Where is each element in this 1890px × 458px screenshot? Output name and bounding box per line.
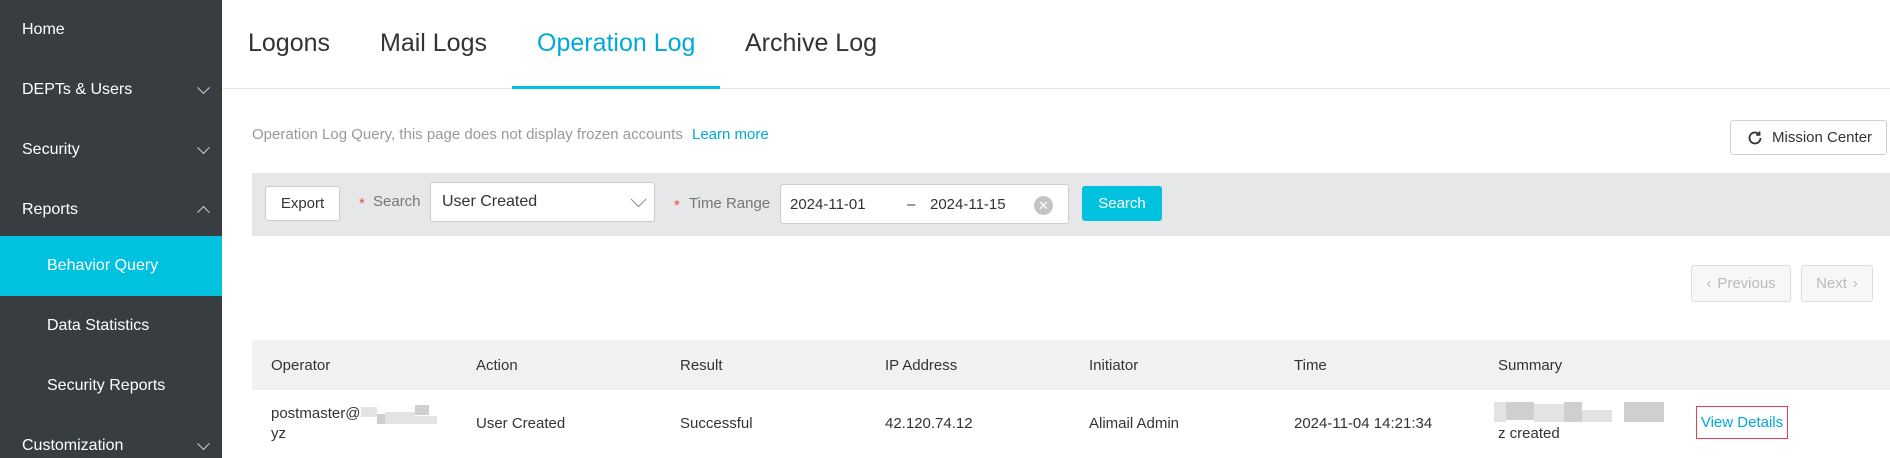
mission-center-label: Mission Center xyxy=(1772,129,1873,146)
export-button[interactable]: Export xyxy=(265,186,340,221)
previous-label: Previous xyxy=(1717,275,1776,292)
search-type-value: User Created xyxy=(442,193,538,210)
column-header-result: Result xyxy=(680,357,723,374)
mission-center-button[interactable]: Mission Center xyxy=(1730,120,1887,155)
sidebar-item-data-statistics[interactable]: Data Statistics xyxy=(0,296,222,356)
column-header-action: Action xyxy=(476,357,518,374)
tab-archive-log[interactable]: Archive Log xyxy=(745,0,877,89)
redacted-block xyxy=(361,407,377,417)
sidebar-item-label: Security xyxy=(22,141,80,158)
column-header-ip-address: IP Address xyxy=(885,357,958,374)
redacted-block xyxy=(1494,402,1506,422)
required-mark: * xyxy=(359,195,365,212)
sidebar: Home DEPTs & Users Security Reports Beha… xyxy=(0,0,222,458)
sidebar-item-behavior-query[interactable]: Behavior Query xyxy=(0,236,222,296)
view-details-link[interactable]: View Details xyxy=(1696,406,1788,439)
chevron-down-icon xyxy=(197,141,210,155)
time-range-picker[interactable]: 2024-11-01 – 2024-11-15 ✕ xyxy=(780,184,1069,224)
sidebar-item-home[interactable]: Home xyxy=(0,0,222,60)
chevron-down-icon xyxy=(197,437,210,451)
redacted-block xyxy=(1582,410,1612,422)
column-header-initiator: Initiator xyxy=(1089,357,1139,374)
search-field-label: Search xyxy=(373,193,421,210)
chevron-up-icon xyxy=(197,205,210,219)
chevron-down-icon xyxy=(630,191,647,208)
page-description: Operation Log Query, this page does not … xyxy=(252,126,683,143)
time-cell: 2024-11-04 14:21:34 xyxy=(1294,415,1433,432)
refresh-icon xyxy=(1748,131,1762,144)
column-header-time: Time xyxy=(1294,357,1327,374)
operator-cell-line2: yz xyxy=(271,425,286,442)
required-mark: * xyxy=(674,197,680,214)
redacted-block xyxy=(377,414,385,424)
sidebar-item-customization[interactable]: Customization xyxy=(0,416,222,458)
redacted-block xyxy=(1534,404,1564,422)
clear-icon[interactable]: ✕ xyxy=(1034,196,1053,215)
redacted-block xyxy=(1564,402,1582,422)
learn-more-link[interactable]: Learn more xyxy=(692,126,769,143)
next-label: Next xyxy=(1816,275,1847,292)
log-tabs: Logons Mail Logs Operation Log Archive L… xyxy=(222,0,1890,89)
tab-logons[interactable]: Logons xyxy=(248,0,330,89)
ip-address-cell: 42.120.74.12 xyxy=(885,415,973,432)
sidebar-item-label: DEPTs & Users xyxy=(22,81,133,98)
summary-cell: z created xyxy=(1498,425,1560,442)
column-header-summary: Summary xyxy=(1498,357,1563,374)
sidebar-item-label: Data Statistics xyxy=(47,317,150,334)
column-header-operator: Operator xyxy=(271,357,331,374)
date-from: 2024-11-01 xyxy=(790,196,866,213)
search-type-select[interactable]: User Created xyxy=(430,182,655,222)
sidebar-item-reports[interactable]: Reports xyxy=(0,180,222,240)
redacted-block xyxy=(415,405,429,415)
sidebar-item-label: Home xyxy=(22,21,65,38)
previous-page-button[interactable]: ‹ Previous xyxy=(1691,265,1791,302)
operator-cell: postmaster@ xyxy=(271,405,361,422)
time-range-label: Time Range xyxy=(689,195,771,212)
redacted-block xyxy=(403,416,437,424)
search-button[interactable]: Search xyxy=(1082,186,1162,221)
initiator-cell: Alimail Admin xyxy=(1089,415,1180,432)
chevron-left-icon: ‹ xyxy=(1706,275,1712,292)
active-tab-indicator xyxy=(512,86,720,89)
sidebar-item-label: Customization xyxy=(22,437,124,454)
chevron-right-icon: › xyxy=(1852,275,1858,292)
sidebar-item-security-reports[interactable]: Security Reports xyxy=(0,356,222,416)
date-separator: – xyxy=(907,196,916,213)
tab-operation-log[interactable]: Operation Log xyxy=(537,0,695,89)
next-page-button[interactable]: Next › xyxy=(1801,265,1873,302)
redacted-block xyxy=(1506,402,1534,420)
date-to: 2024-11-15 xyxy=(930,196,1006,213)
sidebar-item-label: Security Reports xyxy=(47,377,166,394)
tab-mail-logs[interactable]: Mail Logs xyxy=(380,0,487,89)
chevron-down-icon xyxy=(197,81,210,95)
sidebar-item-security[interactable]: Security xyxy=(0,120,222,180)
action-cell: User Created xyxy=(476,415,566,432)
sidebar-item-depts-users[interactable]: DEPTs & Users xyxy=(0,60,222,120)
result-cell: Successful xyxy=(680,415,753,432)
redacted-block xyxy=(1624,402,1664,422)
sidebar-item-label: Behavior Query xyxy=(47,257,159,274)
sidebar-item-label: Reports xyxy=(22,201,79,218)
